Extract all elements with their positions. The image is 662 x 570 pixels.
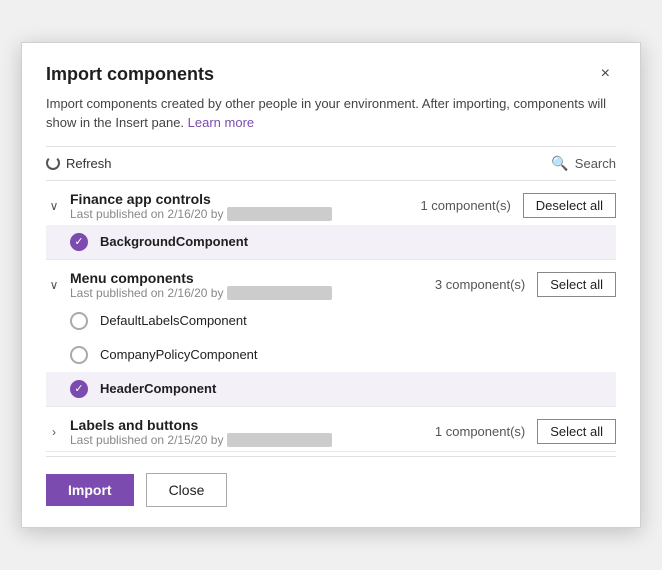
- learn-more-link[interactable]: Learn more: [188, 115, 254, 130]
- component-count-finance: 1 component(s): [420, 198, 510, 213]
- component-count-menu: 3 component(s): [435, 277, 525, 292]
- group-actions-menu: 3 component(s) Select all: [435, 272, 616, 297]
- component-row-cpc[interactable]: CompanyPolicyComponent: [46, 338, 616, 372]
- select-all-button-labels[interactable]: Select all: [537, 419, 616, 444]
- group-name-menu: Menu components: [70, 270, 427, 286]
- import-button[interactable]: Import: [46, 474, 134, 506]
- refresh-icon: [46, 156, 60, 170]
- select-all-button-menu[interactable]: Select all: [537, 272, 616, 297]
- group-labels: › Labels and buttons Last published on 2…: [46, 407, 616, 452]
- component-name-dlc: DefaultLabelsComponent: [100, 313, 247, 328]
- group-info-finance: Finance app controls Last published on 2…: [70, 191, 412, 221]
- components-list: ∨ Finance app controls Last published on…: [46, 181, 616, 452]
- group-meta-finance: Last published on 2/16/20 by ████ ██████…: [70, 207, 412, 221]
- component-name-bg: BackgroundComponent: [100, 234, 248, 249]
- close-footer-button[interactable]: Close: [146, 473, 228, 507]
- component-name-hc: HeaderComponent: [100, 381, 216, 396]
- dialog-description: Import components created by other peopl…: [46, 95, 616, 131]
- group-info-menu: Menu components Last published on 2/16/2…: [70, 270, 427, 300]
- toolbar: Refresh 🔍 Search: [46, 146, 616, 181]
- author-blur-labels: ████ ████████: [227, 433, 332, 447]
- group-header-finance: ∨ Finance app controls Last published on…: [46, 181, 616, 225]
- dialog-footer: Import Close: [46, 456, 616, 507]
- group-header-labels: › Labels and buttons Last published on 2…: [46, 407, 616, 451]
- radio-circle-dlc: [70, 312, 88, 330]
- group-meta-labels: Last published on 2/15/20 by ████ ██████…: [70, 433, 427, 447]
- group-finance: ∨ Finance app controls Last published on…: [46, 181, 616, 260]
- group-chevron-labels[interactable]: ›: [46, 425, 62, 439]
- refresh-button[interactable]: Refresh: [46, 156, 112, 171]
- dialog-header: Import components ×: [46, 63, 616, 85]
- group-actions-finance: 1 component(s) Deselect all: [420, 193, 616, 218]
- component-row-bg[interactable]: ✓ BackgroundComponent: [46, 225, 616, 259]
- group-menu: ∨ Menu components Last published on 2/16…: [46, 260, 616, 407]
- component-row-dlc[interactable]: DefaultLabelsComponent: [46, 304, 616, 338]
- component-name-cpc: CompanyPolicyComponent: [100, 347, 258, 362]
- group-meta-menu: Last published on 2/16/20 by ████ ██████…: [70, 286, 427, 300]
- group-name-finance: Finance app controls: [70, 191, 412, 207]
- dialog-title: Import components: [46, 64, 214, 85]
- group-name-labels: Labels and buttons: [70, 417, 427, 433]
- search-icon: 🔍: [551, 155, 568, 172]
- group-chevron-finance[interactable]: ∨: [46, 199, 62, 213]
- group-info-labels: Labels and buttons Last published on 2/1…: [70, 417, 427, 447]
- radio-circle-cpc: [70, 346, 88, 364]
- component-count-labels: 1 component(s): [435, 424, 525, 439]
- checked-icon-hc: ✓: [70, 380, 88, 398]
- component-row-hc[interactable]: ✓ HeaderComponent: [46, 372, 616, 406]
- deselect-all-button-finance[interactable]: Deselect all: [523, 193, 616, 218]
- group-actions-labels: 1 component(s) Select all: [435, 419, 616, 444]
- checked-icon-bg: ✓: [70, 233, 88, 251]
- author-blur-menu: ████ ████████: [227, 286, 332, 300]
- import-components-dialog: Import components × Import components cr…: [21, 42, 641, 527]
- close-icon-button[interactable]: ×: [595, 63, 616, 85]
- search-area: 🔍 Search: [551, 155, 616, 172]
- group-header-menu: ∨ Menu components Last published on 2/16…: [46, 260, 616, 304]
- group-chevron-menu[interactable]: ∨: [46, 278, 62, 292]
- author-blur-finance: ████ ████████: [227, 207, 332, 221]
